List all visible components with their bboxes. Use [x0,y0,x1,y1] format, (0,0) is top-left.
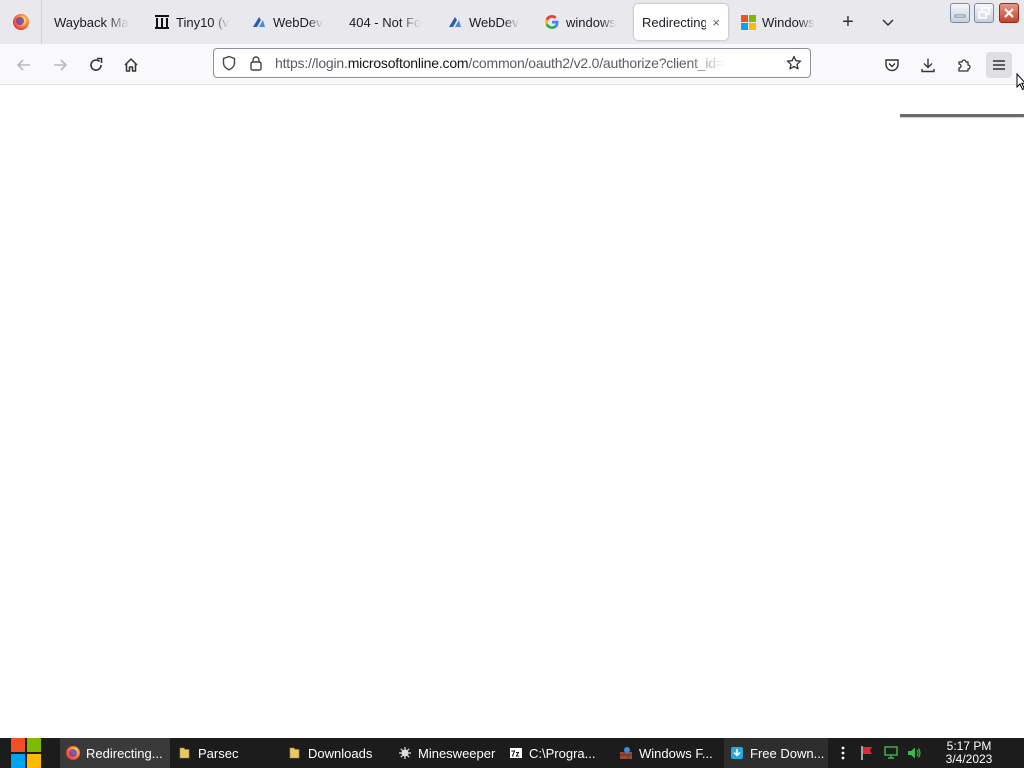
download-app-icon [730,746,744,760]
url-text[interactable]: https://login.microsoftonline.com/common… [275,55,725,71]
tab-404[interactable]: 404 - Not Fo [341,4,433,40]
tab-wayback[interactable]: Wayback Ma [46,4,142,40]
tab-microsoft-windows[interactable]: Windows [732,4,824,40]
app-menu-button[interactable] [986,52,1012,78]
list-all-tabs-button[interactable] [876,10,900,34]
firefox-icon [66,746,80,760]
mine-icon [398,746,412,760]
taskbar-item-downloads[interactable]: Downloads [282,738,388,768]
back-button[interactable] [11,52,37,78]
tab-webdev-1[interactable]: WebDev [243,4,335,40]
tab-title: Tiny10 (v [176,14,229,30]
more-vertical-icon [841,746,845,760]
taskbar-item-label: C:\Progra... [529,745,596,761]
hamburger-menu-icon [993,60,1005,70]
pocket-button[interactable] [879,52,905,78]
tab-tiny10[interactable]: Tiny10 (v [146,4,238,40]
close-window-button[interactable] [999,3,1019,23]
pocket-icon [885,59,899,72]
network-icon[interactable] [883,745,899,761]
firefox-view-button[interactable] [0,0,42,44]
taskbar-item-label: Downloads [308,745,373,761]
firefox-icon [12,14,29,30]
svg-text:7z: 7z [511,750,519,759]
tab-title: 404 - Not Fo [349,14,422,30]
minimize-icon [954,14,966,18]
downloads-button[interactable] [915,52,941,78]
home-icon [124,58,138,72]
windows-firewall-icon [619,746,633,760]
lock-icon[interactable] [248,55,264,71]
volume-icon[interactable] [906,745,922,761]
page-content [0,85,1024,738]
tab-title: Redirecting [642,14,707,30]
url-domain: microsoftonline.com [347,55,469,71]
taskbar-item-7zip[interactable]: 7z C:\Progra... [503,738,607,768]
bookmark-star-icon[interactable] [786,55,802,71]
extensions-button[interactable] [951,52,977,78]
taskbar-item-minesweeper[interactable]: Minesweeper [392,738,498,768]
forward-button[interactable] [47,52,73,78]
new-tab-button[interactable]: + [836,10,860,34]
7zip-icon: 7z [509,746,523,760]
tab-title: Windows [762,14,815,30]
taskbar-item-parsec[interactable]: Parsec [172,738,278,768]
url-path: /common/oauth2/v2.0/authorize?client_id=… [468,55,725,71]
minimize-window-button[interactable] [950,3,970,23]
tracking-protection-shield-icon[interactable] [221,55,237,71]
taskbar-item-label: Redirecting... [86,745,163,761]
google-icon [544,14,560,30]
arrow-left-icon [16,59,30,71]
tab-title: windows [566,14,616,30]
microsoft-icon [740,14,756,30]
reload-icon [90,57,103,71]
action-center-flag-icon[interactable] [859,745,875,761]
tab-title: Wayback Ma [54,14,129,30]
taskbar-item-free-download[interactable]: Free Down... [724,738,828,768]
mouse-pointer-icon [1016,73,1024,91]
navigation-toolbar: https://login.microsoftonline.com/common… [0,44,1024,85]
chevron-down-icon [882,19,894,27]
close-icon [1004,8,1014,18]
tab-strip: Wayback Ma Tiny10 (v WebDev 404 - Not Fo… [0,0,1024,44]
taskbar-item-label: Parsec [198,745,239,761]
home-button[interactable] [118,52,144,78]
arrow-right-icon [54,59,68,71]
puzzle-icon [958,59,971,72]
folder-icon [288,746,302,760]
taskbar-item-firefox[interactable]: Redirecting... [60,738,170,768]
system-clock[interactable]: 5:17 PM 3/4/2023 [930,740,1008,766]
restore-icon [978,7,990,19]
close-tab-icon[interactable]: × [712,15,720,30]
taskbar-item-label: Free Down... [750,745,825,761]
tab-title: WebDev [273,14,323,30]
tab-webdev-2[interactable]: WebDev [439,4,531,40]
taskbar-item-label: Minesweeper [418,745,496,761]
archive-icon [154,14,170,30]
download-icon [921,58,935,73]
webdev-icon [447,14,463,30]
address-bar[interactable]: https://login.microsoftonline.com/common… [213,48,811,78]
webdev-icon [251,14,267,30]
clock-date: 3/4/2023 [945,752,993,766]
start-button[interactable] [0,738,52,768]
url-prefix: https://login. [275,55,348,71]
windows-start-icon [11,738,41,768]
tab-redirecting[interactable]: Redirecting × [634,4,728,40]
tray-overflow-button[interactable] [835,745,851,761]
tab-title: WebDev [469,14,519,30]
folder-icon [178,746,192,760]
restore-window-button[interactable] [974,3,994,23]
taskbar-item-label: Windows F... [639,745,713,761]
reload-button[interactable] [83,52,109,78]
taskbar-item-windows-firewall[interactable]: Windows F... [613,738,717,768]
app-menu-popup-edge [900,114,1024,117]
tab-google-windows[interactable]: windows [536,4,628,40]
taskbar: Redirecting... Parsec Downloads Mineswee… [0,738,1024,768]
